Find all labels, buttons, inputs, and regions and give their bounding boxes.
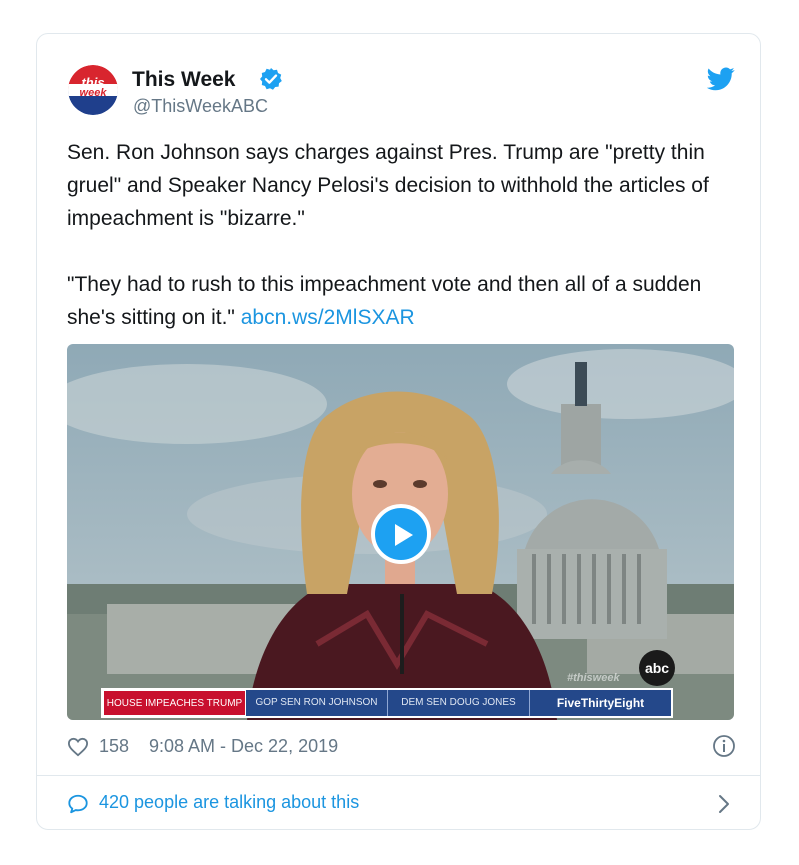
tweet-link[interactable]: abcn.ws/2MlSXAR: [241, 306, 415, 329]
verified-badge-icon: [259, 67, 283, 91]
tweet-card: this week This Week @ThisWeekABC Sen. Ro…: [36, 33, 761, 830]
video-watermark: #thisweek: [567, 672, 620, 684]
author-handle[interactable]: @ThisWeekABC: [133, 96, 268, 117]
tweet-meta: 158 9:08 AM - Dec 22, 2019: [67, 734, 737, 762]
twitter-bird-icon[interactable]: [706, 67, 735, 91]
author-name[interactable]: This Week: [132, 68, 235, 92]
heart-icon[interactable]: [67, 737, 89, 757]
avatar[interactable]: this week: [68, 65, 118, 115]
play-button[interactable]: [371, 504, 431, 564]
tweet-timestamp[interactable]: 9:08 AM - Dec 22, 2019: [149, 736, 338, 757]
conversation-text[interactable]: 420 people are talking about this: [99, 792, 359, 813]
play-icon: [395, 524, 413, 546]
info-icon[interactable]: [712, 734, 736, 758]
conversation-link[interactable]: 420 people are talking about this: [67, 790, 737, 820]
lower-third-segment: GOP SEN RON JOHNSON: [246, 690, 388, 716]
lower-third-headline: HOUSE IMPEACHES TRUMP: [103, 690, 246, 716]
video-thumbnail[interactable]: #thisweek abc HOUSE IMPEACHES TRUMP GOP …: [67, 344, 734, 720]
divider: [37, 775, 760, 776]
video-lower-third: HOUSE IMPEACHES TRUMP GOP SEN RON JOHNSO…: [101, 688, 673, 718]
tweet-paragraph-1: Sen. Ron Johnson says charges against Pr…: [67, 141, 709, 230]
abc-logo: abc: [639, 650, 675, 686]
avatar-text-bottom: week: [80, 87, 108, 99]
chevron-right-icon[interactable]: [717, 794, 731, 814]
tweet-text: Sen. Ron Johnson says charges against Pr…: [67, 136, 737, 334]
like-count[interactable]: 158: [99, 736, 129, 757]
lower-third-brand: FiveThirtyEight: [530, 690, 671, 716]
lower-third-segment: DEM SEN DOUG JONES: [388, 690, 530, 716]
speech-bubble-icon: [68, 794, 88, 814]
tweet-paragraph-2: "They had to rush to this impeachment vo…: [67, 268, 737, 334]
